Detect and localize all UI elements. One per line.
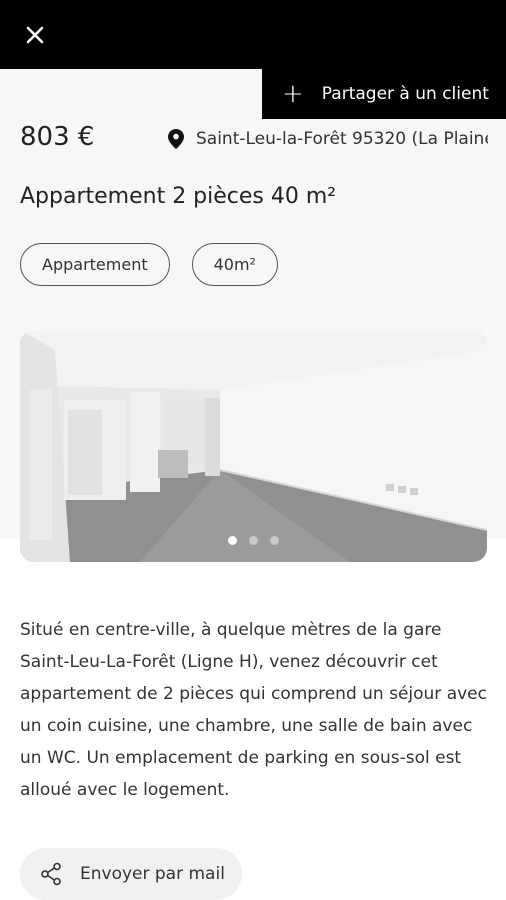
listing-location: Saint-Leu-la-Forêt 95320 (La Plaine): [168, 126, 488, 152]
send-by-mail-label: Envoyer par mail: [80, 864, 225, 884]
close-icon: [26, 26, 44, 44]
share-to-client-label: Partager à un client: [321, 84, 489, 104]
gallery-dot-1[interactable]: [228, 536, 237, 545]
location-text: Saint-Leu-la-Forêt 95320 (La Plaine): [196, 129, 488, 149]
map-pin-icon: [168, 129, 184, 149]
plus-icon: +: [282, 79, 304, 109]
send-by-mail-button[interactable]: Envoyer par mail: [20, 848, 242, 900]
listing-price: 803 €: [20, 122, 95, 152]
tag-property-type: Appartement: [20, 243, 170, 286]
apartment-photo: [20, 330, 487, 562]
top-bar: [0, 0, 506, 69]
gallery-dot-2[interactable]: [249, 536, 258, 545]
share-icon: [41, 862, 61, 886]
tag-list: Appartement 40m²: [20, 243, 278, 286]
listing-description: Situé en centre-ville, à quelque mètres …: [20, 620, 487, 800]
listing-title: Appartement 2 pièces 40 m²: [20, 184, 337, 209]
photo-gallery[interactable]: [20, 330, 487, 562]
close-button[interactable]: [20, 20, 50, 50]
gallery-pagination: [20, 536, 487, 545]
share-to-client-button[interactable]: + Partager à un client: [262, 69, 506, 119]
gallery-dot-3[interactable]: [270, 536, 279, 545]
tag-surface: 40m²: [191, 243, 278, 286]
